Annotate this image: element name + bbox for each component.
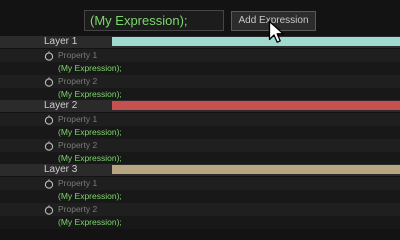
layer-header[interactable]: Layer 2 <box>0 100 400 112</box>
layer-color-bar <box>112 101 400 110</box>
property-row[interactable]: Property 2 <box>0 75 400 88</box>
layer-name: Layer 2 <box>44 100 78 111</box>
property-label: Property 1 <box>58 50 98 60</box>
add-expression-button[interactable]: Add Expression <box>231 11 316 31</box>
stopwatch-icon[interactable] <box>44 77 54 87</box>
expression-text[interactable]: (My Expression); <box>58 126 122 139</box>
layer-group: Layer 2 Property 1 (My Expression); Prop… <box>0 100 400 165</box>
layer-name: Layer 3 <box>44 164 78 175</box>
property-row[interactable]: Property 2 <box>0 203 400 216</box>
property-row[interactable]: Property 2 <box>0 139 400 152</box>
layer-header[interactable]: Layer 3 <box>0 164 400 176</box>
expression-text[interactable]: (My Expression); <box>58 62 122 75</box>
expression-row[interactable]: (My Expression); <box>0 190 400 203</box>
layer-color-bar <box>112 37 400 46</box>
property-row[interactable]: Property 1 <box>0 49 400 62</box>
expression-row[interactable]: (My Expression); <box>0 62 400 75</box>
layer-color-bar <box>112 165 400 174</box>
toolbar: Add Expression <box>0 0 400 36</box>
property-label: Property 2 <box>58 140 98 150</box>
expression-row[interactable]: (My Expression); <box>0 126 400 139</box>
expression-input[interactable] <box>84 10 224 31</box>
layer-name: Layer 1 <box>44 36 78 47</box>
stopwatch-icon[interactable] <box>44 179 54 189</box>
stopwatch-icon[interactable] <box>44 115 54 125</box>
stopwatch-icon[interactable] <box>44 205 54 215</box>
layer-group: Layer 1 Property 1 (My Expression); Prop… <box>0 36 400 101</box>
layer-group: Layer 3 Property 1 (My Expression); Prop… <box>0 164 400 229</box>
expression-text[interactable]: (My Expression); <box>58 216 122 229</box>
property-label: Property 2 <box>58 76 98 86</box>
property-label: Property 1 <box>58 178 98 188</box>
property-label: Property 2 <box>58 204 98 214</box>
expression-text[interactable]: (My Expression); <box>58 190 122 203</box>
stopwatch-icon[interactable] <box>44 141 54 151</box>
property-label: Property 1 <box>58 114 98 124</box>
layer-header[interactable]: Layer 1 <box>0 36 400 48</box>
property-row[interactable]: Property 1 <box>0 177 400 190</box>
property-row[interactable]: Property 1 <box>0 113 400 126</box>
expression-row[interactable]: (My Expression); <box>0 216 400 229</box>
stopwatch-icon[interactable] <box>44 51 54 61</box>
